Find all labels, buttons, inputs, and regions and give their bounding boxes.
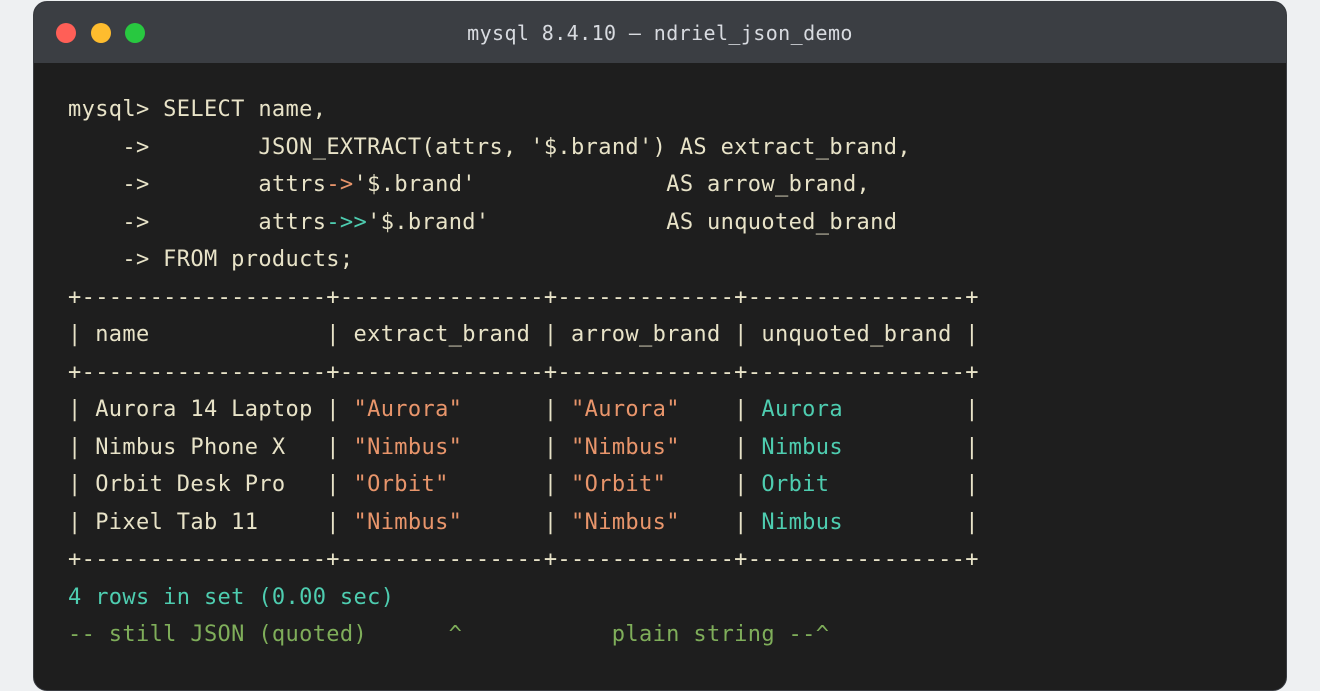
arrow-operator: -> bbox=[326, 172, 354, 197]
query-text: attrs bbox=[258, 209, 327, 235]
query-text: '$.brand' AS unquoted_brand bbox=[367, 209, 898, 235]
table-row: | Aurora 14 Laptop | "Aurora" | "Aurora"… bbox=[68, 397, 979, 422]
unquoted-brand-cell: Nimbus bbox=[761, 509, 843, 535]
table-row: | Pixel Tab 11 | "Nimbus" | "Nimbus" | N… bbox=[68, 509, 979, 535]
query-line-5: -> FROM products; bbox=[68, 247, 354, 272]
table-row: | Orbit Desk Pro | "Orbit" | "Orbit" | O… bbox=[68, 472, 979, 497]
extract-brand-cell: "Orbit" bbox=[353, 472, 449, 497]
annotation-comment: -- still JSON (quoted) ^ plain string --… bbox=[68, 622, 830, 647]
query-text: attrs bbox=[258, 172, 327, 197]
query-text: JSON_EXTRACT(attrs, '$.brand') AS extrac… bbox=[258, 134, 911, 160]
arrow-brand-cell: "Aurora" bbox=[571, 397, 680, 422]
query-text: SELECT name, bbox=[163, 97, 327, 122]
query-text: '$.brand' AS arrow_brand, bbox=[353, 172, 871, 197]
unquote-arrow-operator: ->> bbox=[326, 209, 368, 235]
arrow-brand-cell: "Orbit" bbox=[571, 472, 667, 497]
arrow-brand-cell: "Nimbus" bbox=[571, 509, 680, 535]
query-line-2: -> JSON_EXTRACT(attrs, '$.brand') AS ext… bbox=[68, 129, 979, 167]
window-title: mysql 8.4.10 — ndriel_json_demo bbox=[467, 21, 853, 45]
unquoted-brand-cell: Aurora bbox=[761, 397, 843, 422]
extract-brand-cell: "Nimbus" bbox=[353, 434, 463, 460]
mysql-prompt: mysql> bbox=[68, 97, 164, 122]
continuation-prompt: -> bbox=[68, 134, 259, 160]
query-line-4: -> attrs->>'$.brand' AS unquoted_brand bbox=[68, 204, 979, 242]
table-border-mid: +------------------+---------------+----… bbox=[68, 359, 979, 385]
arrow-brand-cell: "Nimbus" bbox=[571, 434, 680, 460]
terminal-window: mysql 8.4.10 — ndriel_json_demo mysql> S… bbox=[33, 1, 1287, 691]
table-row: | Nimbus Phone X | "Nimbus" | "Nimbus" |… bbox=[68, 434, 979, 460]
query-line-1: mysql> SELECT name, bbox=[68, 91, 979, 129]
table-border-bottom: +------------------+---------------+----… bbox=[68, 547, 979, 572]
unquoted-brand-cell: Nimbus bbox=[761, 434, 843, 460]
continuation-prompt: -> bbox=[68, 172, 259, 197]
continuation-prompt: -> bbox=[68, 209, 259, 235]
extract-brand-cell: "Aurora" bbox=[353, 397, 463, 422]
query-line-3: -> attrs->'$.brand' AS arrow_brand, bbox=[68, 166, 979, 204]
unquoted-brand-cell: Orbit bbox=[761, 472, 830, 497]
table-border-top: +------------------+---------------+----… bbox=[68, 284, 979, 310]
terminal-output[interactable]: mysql> SELECT name, -> JSON_EXTRACT(attr… bbox=[68, 91, 979, 654]
title-bar: mysql 8.4.10 — ndriel_json_demo bbox=[34, 2, 1286, 63]
result-status: 4 rows in set (0.00 sec) bbox=[68, 584, 395, 610]
extract-brand-cell: "Nimbus" bbox=[353, 509, 463, 535]
table-header: | name | extract_brand | arrow_brand | u… bbox=[68, 322, 979, 347]
